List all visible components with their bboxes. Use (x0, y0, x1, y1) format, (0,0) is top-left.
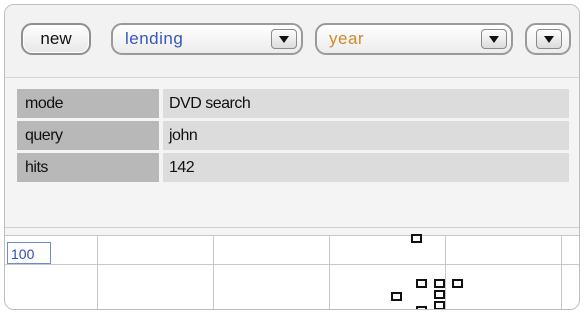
info-value: john (163, 121, 569, 150)
gridline (213, 236, 214, 309)
new-button[interactable]: new (21, 23, 91, 55)
data-square[interactable] (416, 279, 427, 288)
data-square[interactable] (434, 290, 445, 299)
app-panel: new lending year mode DVD search query j… (4, 4, 580, 310)
search-info-table: mode DVD search query john hits 142 (17, 89, 569, 185)
info-value: 142 (163, 153, 569, 182)
info-key: query (17, 121, 159, 150)
info-key: mode (17, 89, 159, 118)
data-square[interactable] (434, 301, 445, 309)
data-square[interactable] (452, 279, 463, 288)
info-row-query: query john (17, 121, 569, 150)
divider (5, 227, 579, 228)
data-square[interactable] (391, 292, 402, 301)
extra-select[interactable] (525, 23, 571, 55)
info-row-mode: mode DVD search (17, 89, 569, 118)
gridline (329, 236, 330, 309)
data-square[interactable] (416, 306, 427, 309)
chevron-down-icon[interactable] (271, 29, 297, 49)
toolbar: new lending year (5, 5, 579, 78)
info-value: DVD search (163, 89, 569, 118)
lending-select-value: lending (125, 29, 184, 48)
info-key: hits (17, 153, 159, 182)
gridline (445, 236, 446, 309)
year-select[interactable]: year (315, 23, 513, 55)
gridline (5, 264, 579, 265)
data-square[interactable] (411, 234, 422, 243)
chevron-down-icon[interactable] (536, 29, 562, 49)
chart-grid[interactable]: 100 (5, 234, 579, 309)
chevron-down-icon[interactable] (481, 29, 507, 49)
info-row-hits: hits 142 (17, 153, 569, 182)
y-tick-label: 100 (7, 242, 51, 264)
year-select-value: year (329, 29, 365, 48)
data-square[interactable] (434, 279, 445, 288)
lending-select[interactable]: lending (111, 23, 303, 55)
gridline (97, 236, 98, 309)
gridline (561, 236, 562, 309)
